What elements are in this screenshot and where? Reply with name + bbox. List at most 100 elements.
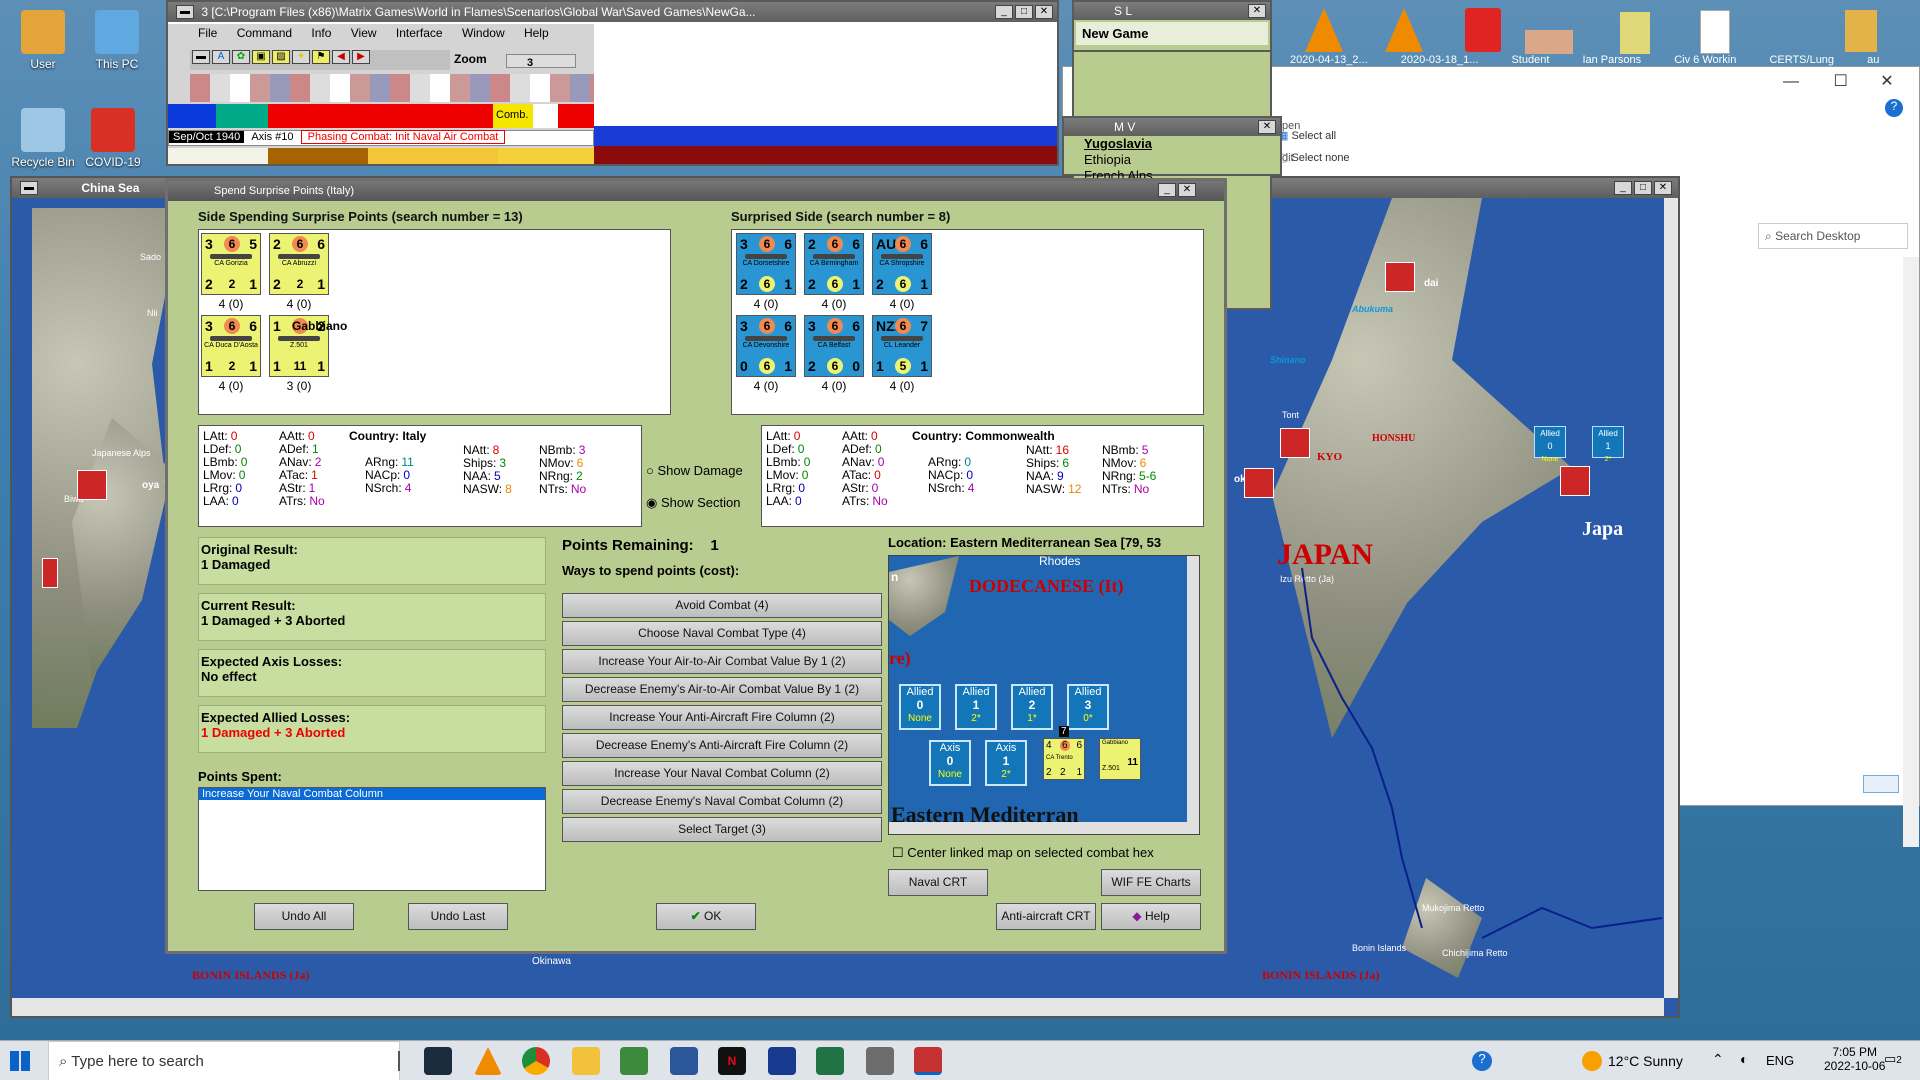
minimap-plane-counter[interactable]: Gabbiano Z.501 11 bbox=[1099, 738, 1141, 780]
minimap-vscroll[interactable] bbox=[1187, 556, 1199, 834]
ship-counter[interactable]: 2 6 6 CA Abruzzi 2 2 1 bbox=[269, 233, 329, 295]
help-tray-icon[interactable]: ? bbox=[1472, 1051, 1492, 1071]
sl-item-new-game[interactable]: New Game bbox=[1076, 22, 1268, 45]
wif-fe-charts-button[interactable]: WIF FE Charts bbox=[1101, 869, 1201, 896]
ship-counter[interactable]: 2 6 6 CA Birmingham 2 6 1 bbox=[804, 233, 864, 295]
menu-view[interactable]: View bbox=[351, 26, 377, 40]
spend-option-button[interactable]: Choose Naval Combat Type (4) bbox=[562, 621, 882, 646]
maximize-icon[interactable]: □ bbox=[1015, 5, 1033, 19]
select-icon[interactable]: ▨ bbox=[272, 50, 290, 64]
unit-counter-red[interactable] bbox=[42, 558, 58, 588]
spend-option-button[interactable]: Decrease Enemy's Naval Combat Column (2) bbox=[562, 789, 882, 814]
nation-flags-row[interactable] bbox=[190, 74, 594, 102]
menu-file[interactable]: File bbox=[198, 26, 217, 40]
spend-option-button[interactable]: Increase Your Naval Combat Column (2) bbox=[562, 761, 882, 786]
map-vertical-scrollbar[interactable] bbox=[1664, 198, 1678, 998]
clock[interactable]: 7:05 PM 2022-10-06 bbox=[1824, 1045, 1885, 1073]
maximize-icon[interactable]: □ bbox=[1634, 181, 1652, 195]
vlc-icon[interactable] bbox=[1385, 8, 1423, 52]
system-menu-icon[interactable]: ▬ bbox=[176, 5, 194, 19]
close-icon[interactable]: ✕ bbox=[1248, 4, 1266, 18]
back-arrow-icon[interactable]: ◀ bbox=[332, 50, 350, 64]
show-damage-radio[interactable]: ○ Show Damage bbox=[646, 463, 743, 478]
spend-option-button[interactable]: Decrease Enemy's Air-to-Air Combat Value… bbox=[562, 677, 882, 702]
minimap-counter[interactable]: Allied 3 0* bbox=[1067, 684, 1109, 730]
steam-icon[interactable] bbox=[424, 1047, 452, 1075]
minimap-hscroll[interactable] bbox=[889, 822, 1187, 834]
word-icon[interactable] bbox=[670, 1047, 698, 1075]
calculator-icon[interactable] bbox=[866, 1047, 894, 1075]
world-in-flames-icon[interactable] bbox=[914, 1047, 942, 1075]
spend-option-button[interactable]: Increase Your Air-to-Air Combat Value By… bbox=[562, 649, 882, 674]
map-allied-counter[interactable]: Allied 0 None bbox=[1534, 426, 1566, 463]
excel-icon[interactable] bbox=[816, 1047, 844, 1075]
file-explorer-icon[interactable] bbox=[572, 1047, 600, 1075]
ship-counter[interactable]: AUS 6 6 CA Shropshire 2 6 1 bbox=[872, 233, 932, 295]
notepad-icon[interactable] bbox=[620, 1047, 648, 1075]
close-icon[interactable]: ✕ bbox=[1258, 120, 1276, 134]
tokyo-city-marker[interactable] bbox=[1266, 390, 1296, 420]
explorer-search[interactable]: ⌕ Search Desktop bbox=[1758, 223, 1908, 249]
unit-counter-red[interactable] bbox=[1244, 468, 1274, 498]
vlc-icon[interactable] bbox=[1305, 8, 1343, 52]
mv-item[interactable]: Yugoslavia bbox=[1084, 136, 1260, 152]
minimize-icon[interactable]: _ bbox=[1158, 183, 1176, 197]
active-nations-row[interactable]: Comb. bbox=[168, 104, 594, 128]
ship-counter[interactable]: 3 6 6 CA Belfast 2 6 0 bbox=[804, 315, 864, 377]
ship-counter[interactable]: 3 6 6 CA Dorsetshire 2 6 1 bbox=[736, 233, 796, 295]
menu-command[interactable]: Command bbox=[237, 26, 292, 40]
ship-counter[interactable]: 3 6 6 CA Devonshire 0 6 1 bbox=[736, 315, 796, 377]
menu-info[interactable]: Info bbox=[311, 26, 331, 40]
zoom-slider[interactable]: 3 bbox=[506, 54, 576, 69]
pdf-icon[interactable] bbox=[1465, 8, 1501, 52]
chevron-up-icon[interactable]: ⌃ bbox=[1712, 1051, 1724, 1068]
mv-item[interactable]: Ethiopia bbox=[1084, 152, 1260, 168]
flag-icon[interactable]: ⚑ bbox=[312, 50, 330, 64]
anti-aircraft-crt-button[interactable]: Anti-aircraft CRT bbox=[996, 903, 1096, 930]
explorer-scrollbar[interactable] bbox=[1903, 257, 1919, 847]
ship-counter[interactable]: NZL 6 7 CL Leander 1 5 1 bbox=[872, 315, 932, 377]
windows-start-icon[interactable] bbox=[10, 1051, 30, 1071]
view-toggle[interactable] bbox=[1863, 775, 1899, 793]
unit-counter-red[interactable] bbox=[1560, 466, 1590, 496]
center-linked-checkbox[interactable]: ☐ Center linked map on selected combat h… bbox=[892, 845, 1202, 861]
taskbar-search[interactable]: ⌕ Type here to search bbox=[48, 1041, 400, 1080]
points-spent-item[interactable]: Increase Your Naval Combat Column bbox=[199, 788, 545, 800]
disney-plus-icon[interactable] bbox=[768, 1047, 796, 1075]
menu-interface[interactable]: Interface bbox=[396, 26, 443, 40]
minimize-icon[interactable]: _ bbox=[1614, 181, 1632, 195]
naval-crt-button[interactable]: Naval CRT bbox=[888, 869, 988, 896]
explorer-open[interactable]: pen bbox=[1282, 120, 1300, 132]
spend-option-button[interactable]: Select Target (3) bbox=[562, 817, 882, 842]
ship-counter[interactable]: 1 Gabbiano 2 Z.501 1 11 1 bbox=[269, 315, 347, 377]
close-icon[interactable]: ✕ bbox=[1880, 73, 1893, 90]
minimap-ship-counter[interactable]: 4 6 6 CA Trento 2 2 1 bbox=[1043, 738, 1085, 780]
spend-option-button[interactable]: Decrease Enemy's Anti-Aircraft Fire Colu… bbox=[562, 733, 882, 758]
photo-icon[interactable] bbox=[1525, 30, 1573, 54]
maximize-icon[interactable]: ☐ bbox=[1833, 73, 1847, 90]
forward-arrow-icon[interactable]: ▶ bbox=[352, 50, 370, 64]
close-icon[interactable]: ✕ bbox=[1654, 181, 1672, 195]
unit-counter-red[interactable] bbox=[77, 470, 107, 500]
close-icon[interactable]: ✕ bbox=[1035, 5, 1053, 19]
help-button[interactable]: ◆ Help bbox=[1101, 903, 1201, 930]
minimap-counter[interactable]: Allied 1 2* bbox=[955, 684, 997, 730]
weather-text[interactable]: 12°C Sunny bbox=[1608, 1053, 1683, 1069]
points-spent-list[interactable]: Increase Your Naval Combat Column bbox=[198, 787, 546, 891]
network-icon[interactable]: ◐ bbox=[1740, 1051, 1748, 1067]
zip-folder-icon[interactable] bbox=[1620, 12, 1650, 54]
undo-last-button[interactable]: Undo Last bbox=[408, 903, 508, 930]
chrome-icon[interactable] bbox=[522, 1047, 550, 1075]
folder-icon[interactable] bbox=[1845, 10, 1877, 52]
text-a-icon[interactable]: A bbox=[212, 50, 230, 64]
star-icon[interactable]: ✦ bbox=[292, 50, 310, 64]
spend-option-button[interactable]: Avoid Combat (4) bbox=[562, 593, 882, 618]
spend-option-button[interactable]: Increase Your Anti-Aircraft Fire Column … bbox=[562, 705, 882, 730]
desktop-icon-covid[interactable]: COVID-19 bbox=[70, 108, 156, 169]
combat-minimap[interactable]: Rhodes n DODECANESE (It) re) Allied 0 None… bbox=[888, 555, 1200, 835]
task-view-icon[interactable] bbox=[398, 1051, 400, 1071]
explorer-edit[interactable]: dit bbox=[1282, 152, 1294, 164]
minimap-counter[interactable]: Axis 0 None bbox=[929, 740, 971, 786]
tank-icon[interactable]: ▬ bbox=[192, 50, 210, 64]
weather-sun-icon[interactable] bbox=[1582, 1051, 1602, 1071]
